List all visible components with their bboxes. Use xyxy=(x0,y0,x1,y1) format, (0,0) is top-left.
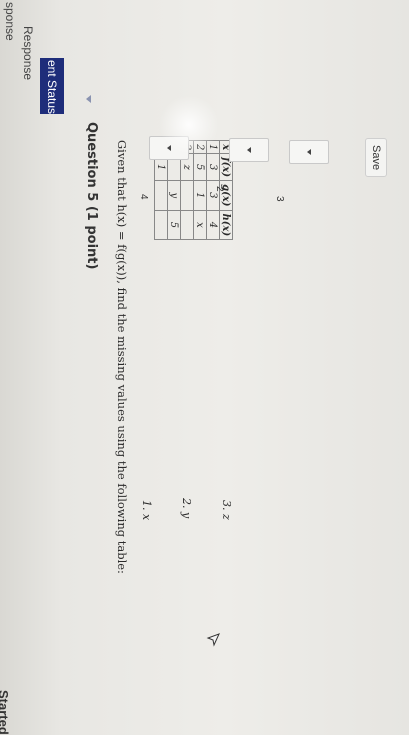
dropdown-box[interactable] xyxy=(289,140,329,164)
table-cell xyxy=(180,180,194,211)
table-cell: 4 xyxy=(206,210,220,240)
sidebar-heading: sponse xyxy=(3,2,17,41)
dropdown-2-number: 2 xyxy=(214,186,225,192)
table-cell: 5 xyxy=(193,153,207,181)
answer-label-3: 3. z xyxy=(220,500,233,520)
table-cell: x xyxy=(193,210,207,240)
dropdown-box[interactable] xyxy=(229,138,269,162)
table-cell: y xyxy=(167,180,181,211)
chevron-down-icon xyxy=(307,149,311,155)
table-cell: 5 xyxy=(167,210,181,240)
cursor-icon xyxy=(201,632,221,648)
question-title: Question 5 (1 point) xyxy=(84,122,99,270)
table-row: 251x xyxy=(193,140,207,240)
answer-label-2: 2. y xyxy=(180,498,193,519)
collapse-triangle-icon[interactable] xyxy=(86,95,91,103)
table-cell: h(x) xyxy=(219,210,233,240)
table-cell xyxy=(180,210,194,240)
chevron-down-icon xyxy=(247,147,251,153)
table-cell xyxy=(154,180,168,211)
table-cell: 3 xyxy=(206,153,220,181)
save-button[interactable]: Save xyxy=(365,138,387,178)
dropdown-3-number: 3 xyxy=(274,196,285,202)
answer-label-1: 1. x xyxy=(140,500,153,521)
screen-glare xyxy=(159,95,219,155)
sidebar-status-label: ent Status xyxy=(45,60,59,115)
dropdown-3[interactable] xyxy=(289,140,329,164)
table-cell xyxy=(154,210,168,240)
table-cell: 1 xyxy=(193,180,207,211)
sidebar-started-label: Started xyxy=(0,690,11,735)
dropdown-2[interactable] xyxy=(229,138,269,162)
dropdown-1-number: 4 xyxy=(138,194,149,200)
sidebar-response-label: Response xyxy=(21,26,35,81)
question-prompt: Given that h(x) = f(g(x)), find the miss… xyxy=(115,140,129,574)
sidebar-status-bar[interactable]: ent Status xyxy=(40,58,64,114)
